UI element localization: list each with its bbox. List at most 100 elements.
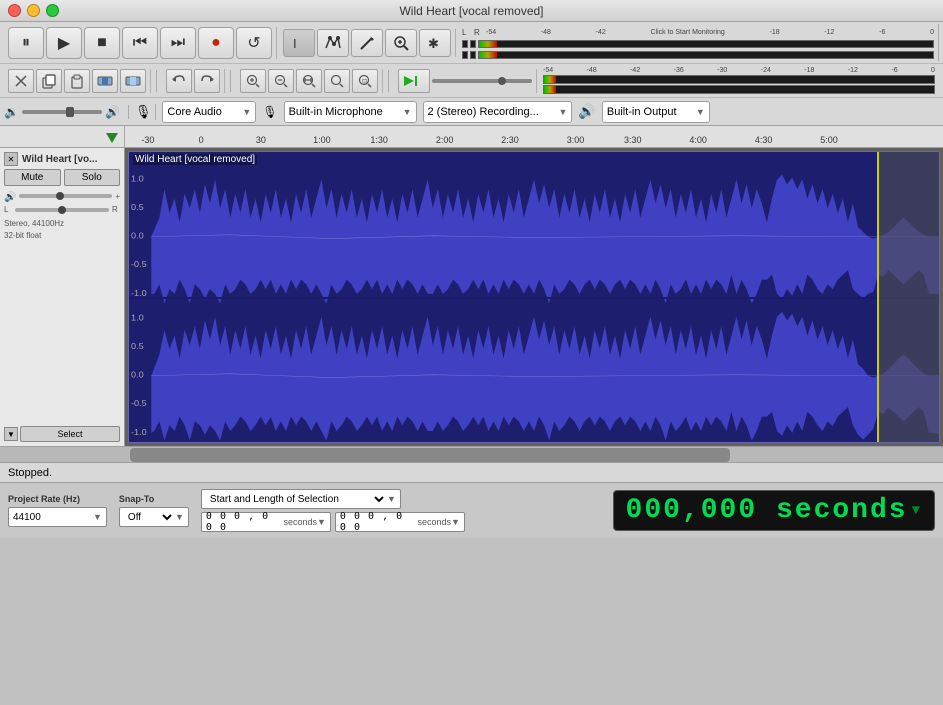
audio-host-select[interactable]: Core Audio ▼ [162, 101, 256, 123]
vu-main-display-r[interactable] [478, 51, 934, 59]
title-bar: Wild Heart [vocal removed] [0, 0, 943, 22]
trim-tool[interactable] [92, 69, 118, 93]
ruler-mark: 2:30 [501, 135, 519, 145]
vu-main-display-l[interactable] [478, 40, 934, 48]
pause-button[interactable]: ⏸ [8, 27, 44, 59]
channel-divider [129, 297, 939, 299]
microphone-icon: 🎙 [135, 104, 152, 120]
snap-to-dropdown[interactable]: Off [124, 511, 175, 524]
pan-thumb[interactable] [58, 206, 66, 214]
zoom-select-button[interactable] [324, 69, 350, 93]
window-controls[interactable] [8, 4, 59, 17]
star-tool[interactable]: ✱ [419, 29, 451, 57]
selection-mode-dropdown[interactable]: Start and Length of Selection [206, 493, 387, 506]
play-at-speed-button[interactable] [398, 69, 430, 93]
time-display-menu-arrow[interactable]: ▼ [912, 503, 922, 519]
zoom-in-button[interactable] [240, 69, 266, 93]
audio-host-dropdown[interactable]: Core Audio [167, 106, 239, 118]
volume-slider[interactable] [22, 110, 102, 114]
track-close-button[interactable]: ✕ [4, 152, 18, 166]
pan-l-label: L [4, 205, 12, 214]
pan-slider[interactable] [15, 208, 109, 212]
output-device-select[interactable]: Built-in Output ▼ [602, 101, 710, 123]
skip-forward-button[interactable]: ⏭ [160, 27, 196, 59]
paste-tool[interactable] [64, 69, 90, 93]
ruler-mark: 2:00 [436, 135, 454, 145]
ruler-mark: 3:30 [624, 135, 642, 145]
divider1 [156, 70, 157, 92]
zoom-end-button[interactable]: ⊡ [352, 69, 378, 93]
silence-tool[interactable] [120, 69, 146, 93]
snap-to-arrow[interactable]: ▼ [175, 512, 184, 522]
status-text: Stopped. [8, 467, 52, 479]
speed-slider-group [432, 79, 532, 83]
svg-text:0.0: 0.0 [131, 369, 144, 379]
sel-start-unit: seconds [283, 517, 317, 527]
sel-end-arrow[interactable]: ▼ [451, 517, 460, 527]
gain-thumb[interactable] [56, 192, 64, 200]
svg-text:I: I [293, 36, 297, 51]
output-device-dropdown[interactable]: Built-in Output [607, 106, 693, 118]
volume-thumb[interactable] [66, 107, 74, 117]
channels-dropdown[interactable]: 2 (Stereo) Recording... [428, 106, 556, 118]
maximize-button[interactable] [46, 4, 59, 17]
bottom-bar: Project Rate (Hz) ▼ Snap-To Off ▼ Start … [0, 482, 943, 538]
horizontal-scrollbar[interactable] [0, 446, 943, 462]
project-rate-arrow[interactable]: ▼ [93, 512, 102, 522]
zoom-fit-button[interactable] [296, 69, 322, 93]
copy-clip-tool[interactable] [36, 69, 62, 93]
ruler-mark: 5:00 [820, 135, 838, 145]
svg-text:-0.5: -0.5 [131, 259, 147, 269]
select-tool[interactable]: I [283, 29, 315, 57]
sel-start-wrap[interactable]: 0 0 0 , 0 0 0 seconds ▼ [201, 512, 331, 532]
scrollbar-thumb[interactable] [130, 448, 730, 462]
gain-slider[interactable] [19, 194, 112, 198]
envelope-tool[interactable] [317, 29, 349, 57]
selection-mode-wrap[interactable]: Start and Length of Selection ▼ [201, 489, 401, 509]
clip-title: Wild Heart [vocal removed] [133, 154, 257, 165]
skip-back-button[interactable]: ⏮ [122, 27, 158, 59]
playback-group [394, 69, 537, 93]
vu2-track-r[interactable] [543, 85, 935, 94]
ruler-mark: 4:30 [755, 135, 773, 145]
sel-start-arrow[interactable]: ▼ [317, 517, 326, 527]
channels-select[interactable]: 2 (Stereo) Recording... ▼ [423, 101, 573, 123]
stop-button[interactable]: ■ [84, 27, 120, 59]
play-button[interactable]: ▶ [46, 27, 82, 59]
audio-end-fade [879, 152, 939, 442]
close-button[interactable] [8, 4, 21, 17]
zoom-out-button[interactable] [268, 69, 294, 93]
project-rate-input[interactable] [13, 512, 93, 523]
solo-button[interactable]: Solo [64, 169, 121, 186]
main-content: ✕ Wild Heart [vo... Mute Solo 🔊 + L R [0, 148, 943, 446]
input-device-dropdown[interactable]: Built-in Microphone [289, 106, 400, 118]
speed-thumb[interactable] [498, 77, 506, 85]
snap-to-select-wrap[interactable]: Off ▼ [119, 507, 189, 527]
mute-button[interactable]: Mute [4, 169, 61, 186]
zoom-tool[interactable] [385, 29, 417, 57]
output-device-arrow: ▼ [696, 107, 705, 117]
waveform-display[interactable]: Wild Heart [vocal removed] 1.0 0.5 0.0 -… [125, 148, 943, 446]
vu-scale-top: -54-48-42 Click to Start Monitoring -18-… [486, 29, 934, 36]
volume-group: 🔉 🔊 [4, 105, 129, 119]
redo-button[interactable] [194, 69, 220, 93]
divider3 [388, 70, 389, 92]
input-device-select[interactable]: Built-in Microphone ▼ [284, 101, 417, 123]
mic-icon2: 🎙 [262, 105, 277, 119]
vu2-track-l[interactable] [543, 75, 935, 84]
select-button[interactable]: Select [20, 426, 120, 442]
speed-slider[interactable] [432, 79, 532, 83]
cut-tool[interactable] [8, 69, 34, 93]
sel-end-wrap[interactable]: 0 0 0 , 0 0 0 seconds ▼ [335, 512, 465, 532]
volume-icon: 🔉 [4, 105, 19, 119]
selection-mode-arrow[interactable]: ▼ [387, 494, 396, 504]
transport-group: ⏸ ▶ ■ ⏮ ⏭ ● ↺ [4, 27, 277, 59]
loop-button[interactable]: ↺ [236, 27, 272, 59]
record-button[interactable]: ● [198, 27, 234, 59]
track-collapse-button[interactable]: ▼ [4, 427, 18, 441]
undo-button[interactable] [166, 69, 192, 93]
minimize-button[interactable] [27, 4, 40, 17]
draw-tool[interactable] [351, 29, 383, 57]
selection-inputs: 0 0 0 , 0 0 0 seconds ▼ 0 0 0 , 0 0 0 se… [201, 512, 465, 532]
project-rate-select-wrap[interactable]: ▼ [8, 507, 107, 527]
